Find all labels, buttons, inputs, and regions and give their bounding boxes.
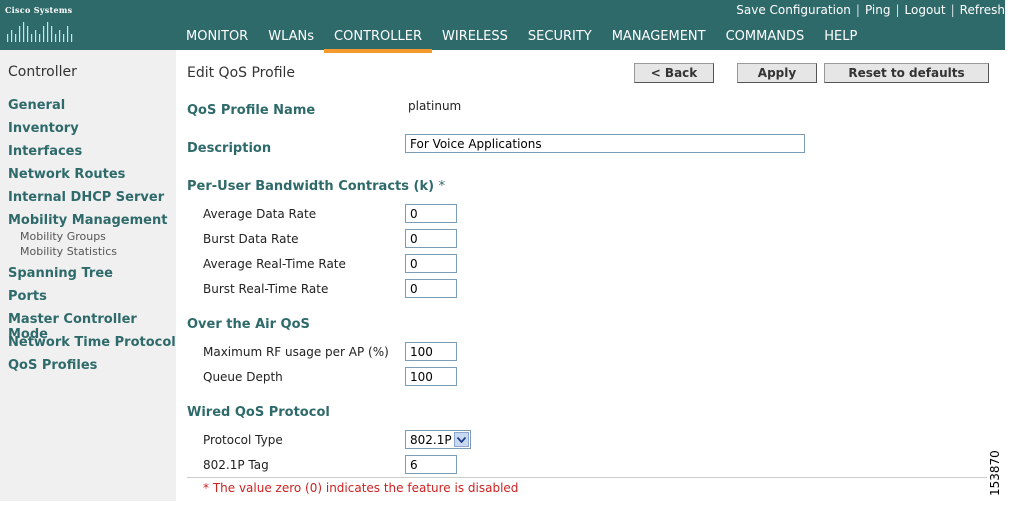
separator: | xyxy=(950,3,955,17)
brand-name: Cisco Systems xyxy=(5,5,73,15)
sidebar-item-ports[interactable]: Ports xyxy=(8,289,47,304)
brand-logo: Cisco Systems xyxy=(0,0,176,50)
wired-qos-section-heading: Wired QoS Protocol xyxy=(187,405,330,420)
separator: | xyxy=(855,3,860,17)
tag-input[interactable] xyxy=(405,455,457,474)
max-rf-usage-input[interactable] xyxy=(405,342,457,361)
burst-data-rate-input[interactable] xyxy=(405,229,457,248)
sidebar-item-interfaces[interactable]: Interfaces xyxy=(8,144,82,159)
apply-button[interactable]: Apply xyxy=(737,63,817,83)
average-real-time-rate-input[interactable] xyxy=(405,254,457,273)
zero-value-note: * The value zero (0) indicates the featu… xyxy=(203,481,519,495)
protocol-type-label: Protocol Type xyxy=(203,433,283,447)
sidebar-item-network-time-protocol[interactable]: Network Time Protocol xyxy=(8,335,176,350)
required-asterisk: * xyxy=(438,179,446,194)
logout-link[interactable]: Logout xyxy=(905,3,946,17)
bandwidth-section-title: Per-User Bandwidth Contracts (k) xyxy=(187,179,435,194)
sidebar-item-mobility-management[interactable]: Mobility Management xyxy=(8,213,167,228)
nav-commands[interactable]: COMMANDS xyxy=(716,24,815,50)
sidebar-item-network-routes[interactable]: Network Routes xyxy=(8,167,125,182)
average-real-time-rate-label: Average Real-Time Rate xyxy=(203,257,346,271)
description-input[interactable] xyxy=(405,134,805,153)
page-title: Edit QoS Profile xyxy=(187,65,296,81)
separator: | xyxy=(895,3,900,17)
over-the-air-section-heading: Over the Air QoS xyxy=(187,317,310,332)
nav-security[interactable]: SECURITY xyxy=(518,24,602,50)
burst-data-rate-label: Burst Data Rate xyxy=(203,232,299,246)
description-label: Description xyxy=(187,141,272,156)
burst-real-time-rate-input[interactable] xyxy=(405,279,457,298)
max-rf-usage-label: Maximum RF usage per AP (%) xyxy=(203,345,389,359)
queue-depth-input[interactable] xyxy=(405,367,457,386)
sidebar-subitem-mobility-statistics[interactable]: Mobility Statistics xyxy=(20,245,117,258)
ping-link[interactable]: Ping xyxy=(865,3,891,17)
back-button[interactable]: < Back xyxy=(634,63,714,83)
protocol-type-selected: 802.1P xyxy=(410,433,452,447)
queue-depth-label: Queue Depth xyxy=(203,370,283,384)
bandwidth-section-heading: Per-User Bandwidth Contracts (k) * xyxy=(187,179,445,194)
cisco-bridge-icon xyxy=(7,22,73,42)
sidebar-item-qos-profiles[interactable]: QoS Profiles xyxy=(8,358,97,373)
nav-management[interactable]: MANAGEMENT xyxy=(602,24,716,50)
nav-wlans[interactable]: WLANs xyxy=(258,24,324,50)
refresh-link[interactable]: Refresh xyxy=(960,3,1005,17)
average-data-rate-label: Average Data Rate xyxy=(203,207,317,221)
header-bar: Cisco Systems Save Configuration | Ping … xyxy=(0,0,1005,53)
tag-label: 802.1P Tag xyxy=(203,458,269,472)
sidebar-item-general[interactable]: General xyxy=(8,98,65,113)
nav-monitor[interactable]: MONITOR xyxy=(176,24,258,50)
sidebar-title: Controller xyxy=(8,64,77,80)
main-nav: MONITOR WLANs CONTROLLER WIRELESS SECURI… xyxy=(176,24,867,53)
figure-id: 153870 xyxy=(988,450,1002,496)
sidebar-subitem-mobility-groups[interactable]: Mobility Groups xyxy=(20,230,106,243)
top-links: Save Configuration | Ping | Logout | Ref… xyxy=(736,2,1005,18)
sidebar-item-spanning-tree[interactable]: Spanning Tree xyxy=(8,266,113,281)
sidebar: Controller General Inventory Interfaces … xyxy=(0,50,176,501)
average-data-rate-input[interactable] xyxy=(405,204,457,223)
burst-real-time-rate-label: Burst Real-Time Rate xyxy=(203,282,329,296)
nav-help[interactable]: HELP xyxy=(814,24,867,50)
nav-controller[interactable]: CONTROLLER xyxy=(324,24,432,53)
qos-profile-name-value: platinum xyxy=(408,99,462,113)
qos-profile-name-label: QoS Profile Name xyxy=(187,103,316,118)
nav-wireless[interactable]: WIRELESS xyxy=(432,24,518,50)
save-configuration-link[interactable]: Save Configuration xyxy=(736,3,851,17)
divider xyxy=(187,477,987,478)
reset-to-defaults-button[interactable]: Reset to defaults xyxy=(824,63,989,83)
protocol-type-select[interactable]: 802.1P xyxy=(405,430,471,449)
sidebar-item-inventory[interactable]: Inventory xyxy=(8,121,79,136)
chevron-down-icon[interactable] xyxy=(454,432,469,447)
sidebar-item-internal-dhcp-server[interactable]: Internal DHCP Server xyxy=(8,190,164,205)
